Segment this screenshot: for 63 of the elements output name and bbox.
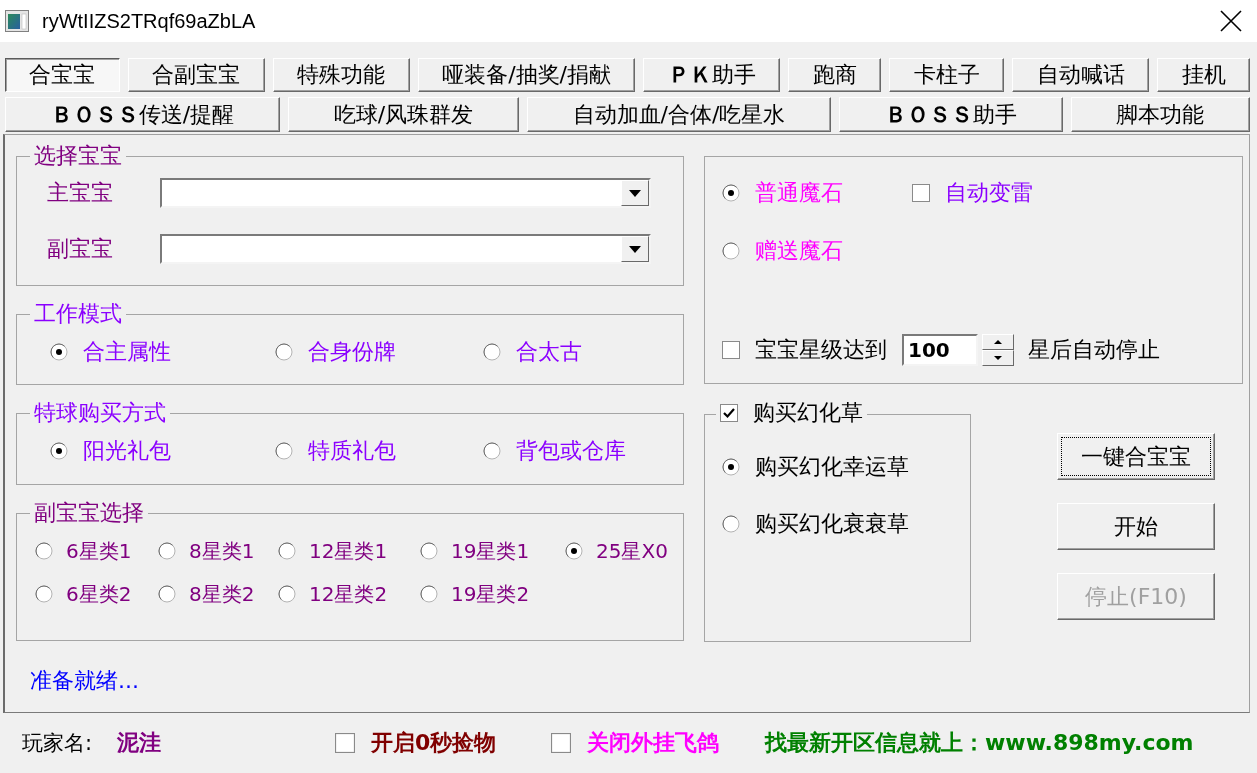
radio-option[interactable]: 6星类1 <box>35 539 132 563</box>
player-label: 玩家名: <box>22 730 93 757</box>
unit-label: 星后自动停止 <box>1028 336 1160 364</box>
number-field[interactable]: 100 <box>902 334 978 366</box>
group-title: 工作模式 <box>33 302 123 326</box>
checkbox-option[interactable]: 开启0秒捡物 <box>335 731 497 755</box>
caret-up-icon <box>994 340 1002 344</box>
radio-option[interactable]: 19星类1 <box>420 539 530 563</box>
radio-option[interactable]: 购买幻化幸运草 <box>722 455 970 479</box>
dropdown-button[interactable] <box>621 236 649 262</box>
checkbox-option[interactable]: 宝宝星级达到 <box>722 338 887 362</box>
tab[interactable]: 吃球/风珠群发 <box>287 97 519 132</box>
app-icon <box>5 10 29 32</box>
radio-option[interactable]: 8星类2 <box>158 582 255 606</box>
tab[interactable]: 自动喊话 <box>1012 58 1150 92</box>
field-label: 副宝宝 <box>47 235 114 263</box>
window-title: ryWtIIZS2TRqf69aZbLA <box>42 9 256 33</box>
radio-option[interactable]: 购买幻化衰衰草 <box>722 512 970 536</box>
tab[interactable]: 卡柱子 <box>889 58 1005 92</box>
radio-option[interactable]: 阳光礼包 <box>50 439 171 463</box>
group-title: 特球购买方式 <box>33 401 167 425</box>
radio-option[interactable]: 特质礼包 <box>275 439 396 463</box>
checkbox-option[interactable]: 自动变雷 <box>912 181 1033 205</box>
group-title: 副宝宝选择 <box>33 501 145 525</box>
radio-option[interactable]: 8星类1 <box>158 539 255 563</box>
tab[interactable]: 哑装备/抽奖/捐献 <box>417 58 636 92</box>
radio-option[interactable]: 25星X0 <box>565 539 668 563</box>
caret-down-icon <box>629 189 641 197</box>
dropdown-button[interactable] <box>621 180 649 206</box>
promo-text: 找最新开区信息就上：www.898my.com <box>765 729 1194 757</box>
dropdown-field[interactable] <box>160 178 651 208</box>
radio-option[interactable]: 合主属性 <box>50 340 171 364</box>
radio-option[interactable]: 合太古 <box>483 340 582 364</box>
tab[interactable]: 合副宝宝 <box>127 58 265 92</box>
player-name: 泥洼 <box>117 729 161 757</box>
caret-down-icon <box>994 356 1002 360</box>
close-icon <box>1220 10 1242 32</box>
dropdown-field[interactable] <box>160 234 651 264</box>
tab[interactable]: ＢＯＳＳ助手 <box>839 97 1063 132</box>
checkbox-option[interactable]: 购买幻化草 <box>720 401 863 425</box>
radio-option[interactable]: 背包或仓库 <box>483 439 626 463</box>
push-button[interactable]: 开始 <box>1057 503 1215 550</box>
status-text: 准备就绪... <box>30 670 139 692</box>
caret-down-icon <box>629 245 641 253</box>
tab[interactable]: ＰＫ助手 <box>643 58 781 92</box>
radio-option[interactable]: 6星类2 <box>35 582 132 606</box>
close-button[interactable] <box>1220 10 1242 32</box>
spin-up-button[interactable] <box>982 334 1014 350</box>
tab[interactable]: 合宝宝 <box>5 58 120 92</box>
radio-option[interactable]: 12星类1 <box>278 539 388 563</box>
tab[interactable]: 特殊功能 <box>272 58 410 92</box>
push-button[interactable]: 一键合宝宝 <box>1057 433 1215 480</box>
spin-down-button[interactable] <box>982 350 1014 366</box>
tab[interactable]: 自动加血/合体/吃星水 <box>526 97 832 132</box>
tab[interactable]: 挂机 <box>1157 58 1250 92</box>
radio-option[interactable]: 合身份牌 <box>275 340 396 364</box>
radio-option[interactable]: 12星类2 <box>278 582 388 606</box>
group-title: 选择宝宝 <box>33 144 123 168</box>
tab[interactable]: 脚本功能 <box>1070 97 1250 132</box>
radio-option[interactable]: 19星类2 <box>420 582 530 606</box>
tab[interactable]: ＢＯＳＳ传送/提醒 <box>5 97 280 132</box>
tab[interactable]: 跑商 <box>788 58 882 92</box>
field-label: 主宝宝 <box>47 179 114 207</box>
